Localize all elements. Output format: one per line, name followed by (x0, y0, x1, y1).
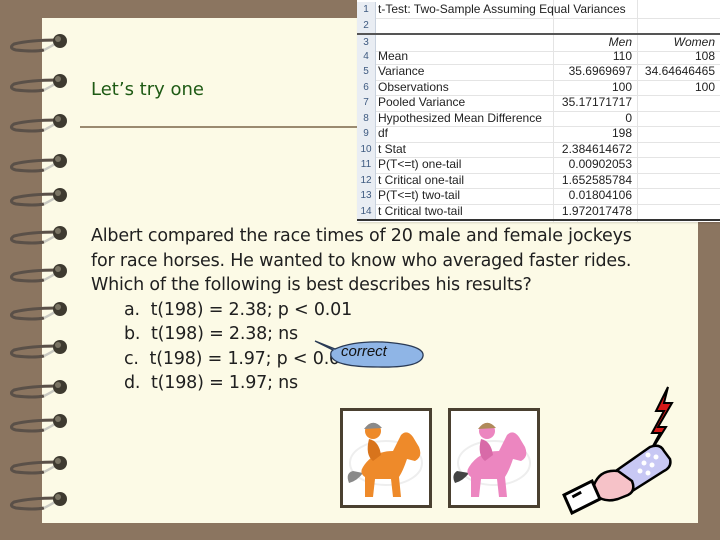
table-row: 11 P(T<=t) one-tail 0.00902053 (357, 157, 720, 174)
women-value-cell[interactable]: 100 (641, 80, 715, 96)
spiral-ring-icon (9, 226, 67, 245)
option-label: c. (124, 348, 139, 369)
spiral-ring-icon (9, 114, 67, 133)
men-value-cell[interactable]: 0 (556, 111, 632, 127)
table-row: 7 Pooled Variance 35.17171717 (357, 95, 720, 112)
row-number[interactable]: 8 (357, 110, 376, 126)
table-row: 4 Mean 110 108 (357, 48, 720, 65)
row-label-cell[interactable]: P(T<=t) one-tail (378, 157, 461, 173)
row-label-cell[interactable]: t Stat (378, 142, 406, 158)
table-row: 2 (357, 17, 720, 34)
spiral-ring-icon (9, 414, 67, 433)
question-block: Albert compared the race times of 20 mal… (91, 224, 632, 396)
men-value-cell[interactable]: 1.652585784 (556, 173, 632, 189)
option-text: t(198) = 2.38; p < 0.01 (150, 299, 353, 320)
spiral-ring-icon (9, 380, 67, 399)
question-line: Which of the following is best describes… (91, 275, 532, 295)
table-row: 5 Variance 35.6969697 34.64646465 (357, 64, 720, 81)
row-label-cell[interactable]: Hypothesized Mean Difference (378, 111, 542, 127)
orange-jockey-icon (347, 422, 423, 497)
option-label: d. (124, 373, 141, 393)
men-value-cell[interactable]: 35.6969697 (556, 64, 632, 80)
spiral-ring-icon (9, 340, 67, 359)
pink-jockey-icon (453, 422, 531, 497)
men-value-cell[interactable]: 0.01804106 (556, 188, 632, 204)
men-value-cell[interactable]: 2.384614672 (556, 142, 632, 158)
spiral-ring-icon (9, 456, 67, 475)
spiral-ring-icon (9, 74, 67, 93)
spiral-ring-icon (9, 154, 67, 173)
row-number[interactable]: 6 (357, 79, 376, 95)
spiral-ring-icon (9, 264, 67, 283)
row-label-cell[interactable]: Variance (378, 64, 424, 80)
spiral-ring-icon (9, 302, 67, 321)
table-row: 6 Observations 100 100 (357, 79, 720, 96)
table-row: 14 t Critical two-tail 1.972017478 (357, 203, 720, 221)
row-label-cell[interactable]: df (378, 126, 388, 142)
spiral-ring-icon (9, 34, 67, 53)
question-line: for race horses. He wanted to know who a… (91, 250, 632, 271)
female-jockey-image (448, 408, 540, 508)
row-label-cell[interactable]: Pooled Variance (378, 95, 465, 111)
spiral-ring-icon (9, 492, 67, 511)
question-line: Albert compared the race times of 20 mal… (91, 226, 632, 246)
row-label-cell[interactable]: Mean (378, 49, 408, 65)
option-a[interactable]: a. t(198) = 2.38; p < 0.01 (124, 298, 632, 323)
row-number[interactable]: 11 (357, 157, 376, 173)
row-number[interactable]: 14 (357, 203, 376, 219)
table-row: 1 t-Test: Two-Sample Assuming Equal Varia… (357, 2, 720, 19)
men-value-cell[interactable]: 198 (556, 126, 632, 142)
table-row: 12 t Critical one-tail 1.652585784 (357, 172, 720, 189)
row-number[interactable]: 2 (357, 17, 376, 33)
option-text: t(198) = 2.38; ns (151, 324, 298, 344)
row-label-cell[interactable]: t-Test: Two-Sample Assuming Equal Varian… (378, 2, 626, 18)
row-number[interactable]: 12 (357, 172, 376, 188)
table-row: 13 P(T<=t) two-tail 0.01804106 (357, 188, 720, 205)
men-value-cell[interactable]: 35.17171717 (556, 95, 632, 111)
remote-control-icon (562, 386, 674, 515)
row-number[interactable]: 4 (357, 48, 376, 64)
table-row: 10 t Stat 2.384614672 (357, 141, 720, 158)
row-label-cell[interactable]: P(T<=t) two-tail (378, 188, 460, 204)
row-number[interactable]: 7 (357, 95, 376, 111)
row-label-cell[interactable]: t Critical one-tail (378, 173, 464, 189)
spiral-ring-icon (9, 188, 67, 207)
male-jockey-image (340, 408, 432, 508)
row-number[interactable]: 10 (357, 141, 376, 157)
row-label-cell[interactable]: t Critical two-tail (378, 204, 463, 220)
men-value-cell[interactable]: 0.00902053 (556, 157, 632, 173)
option-text: t(198) = 1.97; ns (151, 373, 298, 393)
slide-title: Let’s try one (91, 79, 204, 100)
men-value-cell[interactable]: 1.972017478 (556, 204, 632, 220)
row-number[interactable]: 13 (357, 188, 376, 204)
men-value-cell[interactable]: 100 (556, 80, 632, 96)
table-row: 8 Hypothesized Mean Difference 0 (357, 110, 720, 127)
option-label: b. (124, 324, 141, 344)
women-value-cell[interactable]: 34.64646465 (641, 64, 715, 80)
callout-text: correct (341, 343, 387, 360)
row-number[interactable]: 1 (357, 2, 376, 18)
women-value-cell[interactable]: 108 (641, 49, 715, 65)
option-label: a. (124, 299, 140, 320)
table-row: 9 df 198 (357, 126, 720, 143)
excel-ttest-table: 1 t-Test: Two-Sample Assuming Equal Varia… (357, 0, 720, 222)
row-number[interactable]: 5 (357, 64, 376, 80)
option-d[interactable]: d. t(198) = 1.97; ns (124, 371, 632, 396)
row-number[interactable]: 9 (357, 126, 376, 142)
men-value-cell[interactable]: 110 (556, 49, 632, 65)
row-label-cell[interactable]: Observations (378, 80, 449, 96)
